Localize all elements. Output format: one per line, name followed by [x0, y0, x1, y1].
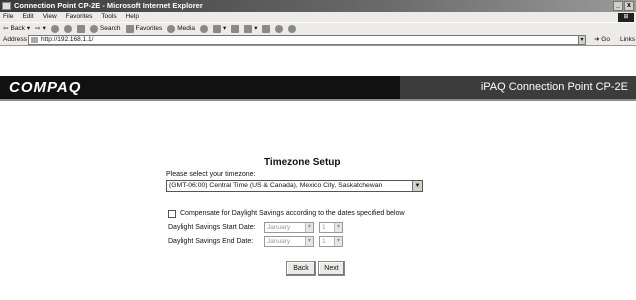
address-label: Address: [3, 36, 27, 43]
research-icon: [288, 24, 297, 33]
window-controls: _ x: [613, 1, 634, 11]
search-button[interactable]: Search: [89, 23, 121, 34]
chevron-down-icon: ▾: [222, 25, 227, 32]
menu-help[interactable]: Help: [126, 12, 139, 22]
stop-icon: [50, 24, 59, 33]
search-button-label: Search: [99, 25, 121, 32]
favorites-button[interactable]: Favorites: [125, 23, 163, 34]
menu-edit[interactable]: Edit: [22, 12, 33, 22]
dst-end-day-select[interactable]: 1 ▼: [319, 236, 343, 247]
page-title: Timezone Setup: [264, 157, 341, 168]
favorites-button-label: Favorites: [135, 25, 163, 32]
go-arrow-icon: ➜: [594, 36, 600, 43]
links-button[interactable]: Links: [620, 34, 635, 45]
page-top-spacer: [0, 47, 636, 76]
media-button[interactable]: Media: [167, 23, 195, 34]
dst-end-day-value: 1: [322, 238, 326, 245]
address-bar: Address http://192.168.1.1/ ▾ ➜ Go Links: [0, 34, 636, 46]
dst-start-month-select[interactable]: January ▼: [264, 222, 314, 233]
dst-checkbox[interactable]: [168, 209, 176, 218]
dst-option: Compensate for Daylight Savings accordin…: [168, 209, 405, 218]
back-button[interactable]: ⇦ Back ▾: [3, 23, 30, 34]
dst-checkbox-label: Compensate for Daylight Savings accordin…: [180, 210, 405, 217]
menu-favorites[interactable]: Favorites: [66, 12, 93, 22]
history-icon: [199, 24, 208, 33]
stop-button[interactable]: [50, 24, 59, 33]
timezone-select[interactable]: (GMT-06:00) Central Time (US & Canada), …: [166, 180, 423, 192]
dst-start-day-select[interactable]: 1 ▼: [319, 222, 343, 233]
timezone-label: Please select your timezone:: [166, 171, 256, 178]
discuss-button[interactable]: [262, 24, 271, 33]
menu-bar: File Edit View Favorites Tools Help ⊞: [0, 12, 636, 22]
dst-start-month-value: January: [267, 224, 291, 231]
dst-start-label: Daylight Savings Start Date:: [168, 224, 256, 231]
media-icon: [167, 24, 176, 33]
brand-header: COMPAQ iPAQ Connection Point CP-2E: [0, 76, 636, 99]
discuss-icon: [262, 24, 271, 33]
messenger-button[interactable]: [275, 24, 284, 33]
chevron-down-icon: ▼: [334, 237, 342, 246]
dst-end-month-select[interactable]: January ▼: [264, 236, 314, 247]
address-url: http://192.168.1.1/: [41, 36, 94, 43]
menu-view[interactable]: View: [43, 12, 57, 22]
search-icon: [89, 24, 98, 33]
window-title-bar: Connection Point CP-2E - Microsoft Inter…: [0, 0, 636, 12]
mail-icon: [212, 24, 221, 33]
research-button[interactable]: [288, 24, 297, 33]
chevron-down-icon: ▾: [42, 25, 46, 32]
back-arrow-icon: ⇦: [3, 25, 9, 32]
window-title: Connection Point CP-2E - Microsoft Inter…: [14, 1, 203, 10]
windows-logo-icon: ⊞: [618, 13, 634, 22]
product-name: iPAQ Connection Point CP-2E: [480, 81, 628, 93]
dst-end-month-value: January: [267, 238, 291, 245]
minimize-button[interactable]: _: [613, 1, 623, 11]
address-input[interactable]: http://192.168.1.1/: [28, 35, 584, 45]
dst-end-label: Daylight Savings End Date:: [168, 238, 254, 245]
history-button[interactable]: [199, 24, 208, 33]
media-button-label: Media: [177, 25, 195, 32]
edit-icon: [244, 24, 253, 33]
print-icon: [231, 24, 240, 33]
ie-app-icon: [2, 2, 11, 10]
dst-start-day-value: 1: [322, 224, 326, 231]
chevron-down-icon: ▾: [254, 25, 258, 32]
forward-arrow-icon: ⇨: [35, 25, 41, 32]
chevron-down-icon: ▼: [334, 223, 342, 232]
home-icon: [76, 24, 85, 33]
edit-button[interactable]: ▾: [244, 23, 257, 34]
compaq-logo: COMPAQ: [9, 79, 82, 96]
go-button[interactable]: ➜ Go: [594, 34, 610, 45]
mail-button[interactable]: ▾: [212, 23, 227, 34]
print-button[interactable]: [231, 24, 240, 33]
back-step-button[interactable]: Back: [286, 261, 316, 276]
menu-file[interactable]: File: [3, 12, 13, 22]
chevron-down-icon: ▼: [305, 223, 313, 232]
go-button-label: Go: [601, 36, 610, 43]
page-icon: [31, 37, 38, 43]
favorites-icon: [125, 24, 134, 33]
forward-button[interactable]: ⇨ ▾: [35, 23, 46, 34]
chevron-down-icon: ▼: [305, 237, 313, 246]
back-button-label: Back: [10, 25, 25, 32]
next-step-button[interactable]: Next: [318, 261, 345, 276]
timezone-selected-value: (GMT-06:00) Central Time (US & Canada), …: [169, 182, 383, 189]
refresh-button[interactable]: [63, 24, 72, 33]
menu-tools[interactable]: Tools: [101, 12, 116, 22]
browser-toolbar: ⇦ Back ▾ ⇨ ▾ Search Favorites Media ▾ ▾: [0, 22, 636, 34]
messenger-icon: [275, 24, 284, 33]
chevron-down-icon: ▼: [412, 181, 422, 191]
home-button[interactable]: [76, 24, 85, 33]
chevron-down-icon: ▾: [26, 25, 31, 32]
refresh-icon: [63, 24, 72, 33]
close-button[interactable]: x: [624, 1, 634, 11]
address-dropdown-button[interactable]: ▾: [578, 35, 586, 45]
timezone-setup-page: Timezone Setup Please select your timezo…: [0, 101, 636, 300]
